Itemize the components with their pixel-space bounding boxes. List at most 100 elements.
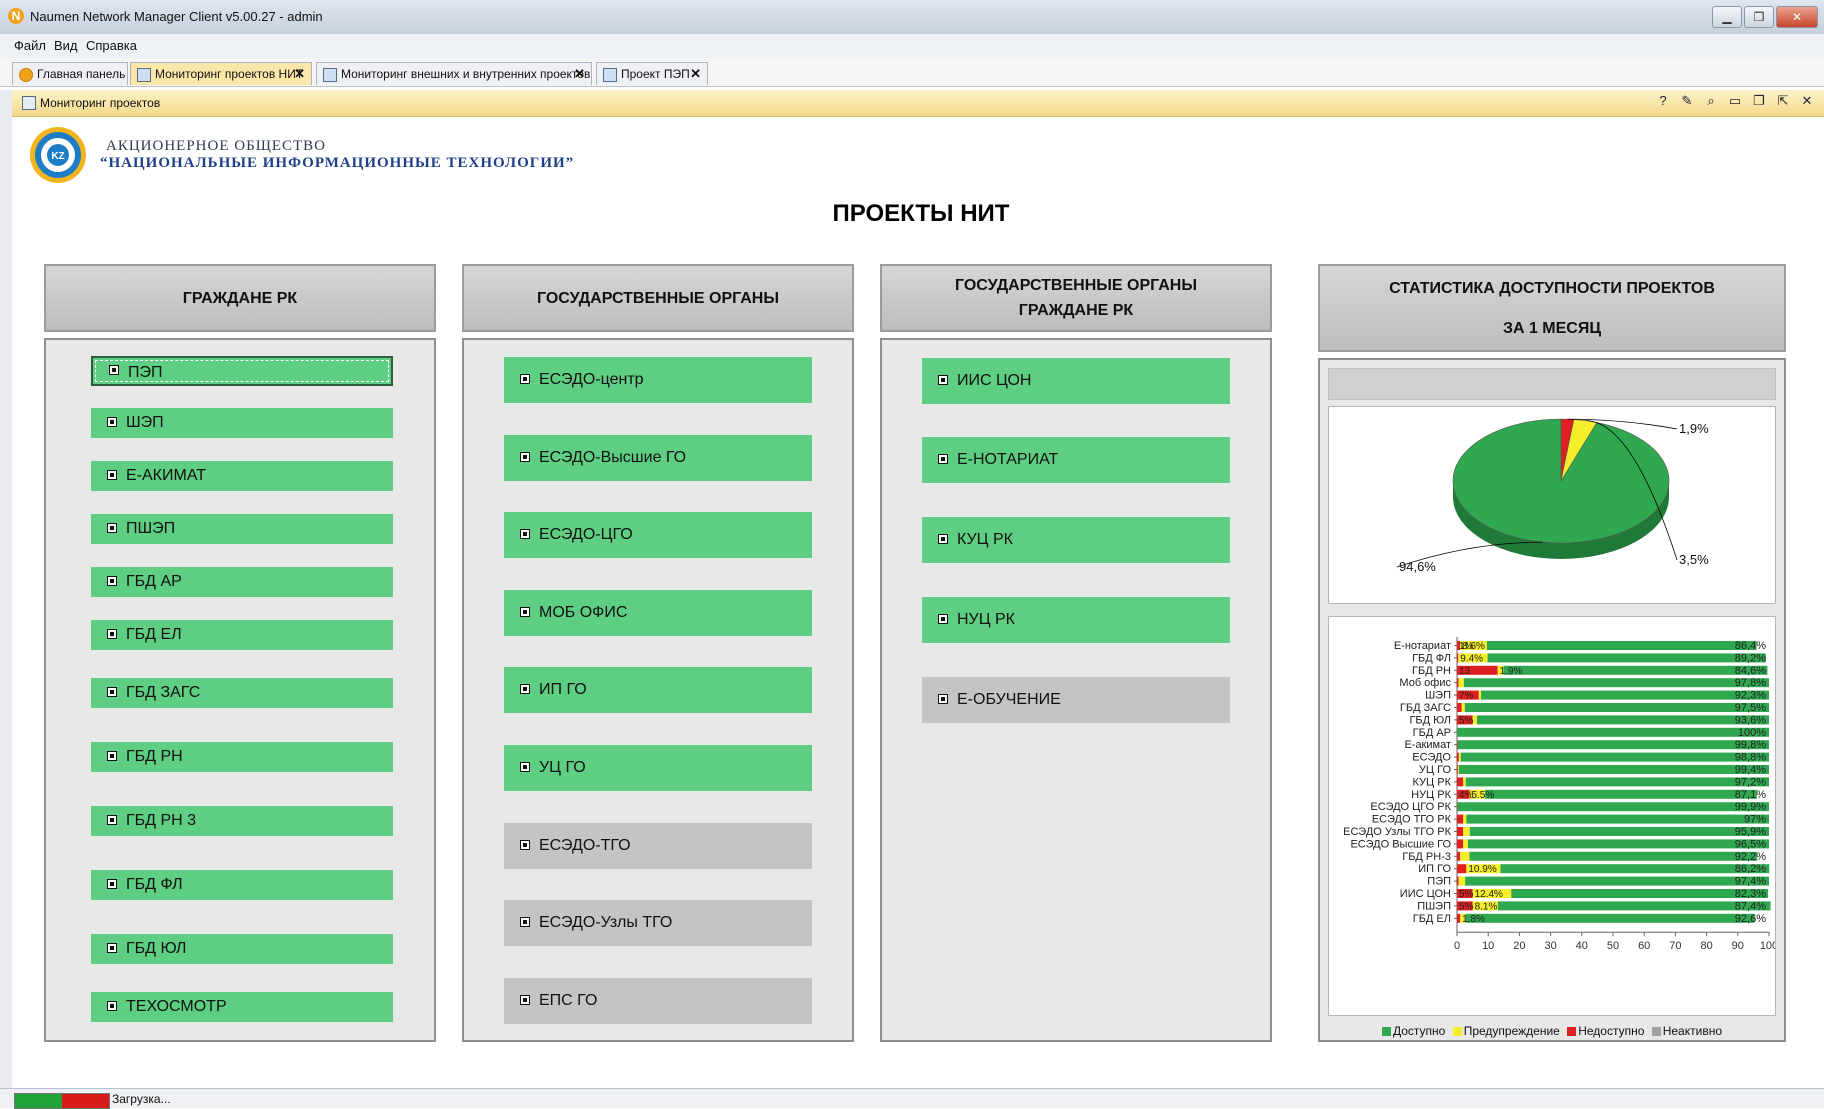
menu-view[interactable]: Вид	[54, 38, 78, 53]
close-panel-icon[interactable]: ✕	[1798, 93, 1816, 109]
bar-segment	[1463, 777, 1466, 787]
x-tick-label: 90	[1732, 940, 1744, 952]
bar-segment	[1457, 678, 1459, 688]
tab-main-panel[interactable]: Главная панель	[12, 62, 128, 85]
cascade-icon[interactable]: ❐	[1750, 93, 1768, 109]
help-icon[interactable]: ?	[1654, 93, 1672, 109]
item-label: ГБД РН	[126, 748, 183, 765]
project-gbd-rn[interactable]: ГБД РН	[91, 742, 393, 772]
category-label: ГБД ЮЛ	[1409, 714, 1451, 726]
close-tab-icon[interactable]: ✕	[574, 63, 585, 85]
project-esedo-center[interactable]: ЕСЭДО-центр	[504, 357, 812, 403]
close-tab-icon[interactable]: ✕	[690, 63, 701, 85]
segment-value-label: 5%	[1459, 715, 1474, 726]
project-gbd-yul[interactable]: ГБД ЮЛ	[91, 934, 393, 964]
tab-label: Мониторинг внешних и внутренних проектов	[341, 67, 591, 81]
category-label: КУЦ РК	[1413, 776, 1452, 788]
segment-value-label: 5%	[1459, 889, 1474, 900]
project-pshep[interactable]: ПШЭП	[91, 514, 393, 544]
item-label: Е-АКИМАТ	[126, 467, 207, 484]
maximize-button[interactable]: ❐	[1744, 6, 1774, 28]
project-e-akimat[interactable]: Е-АКИМАТ	[91, 461, 393, 491]
project-gbd-fl[interactable]: ГБД ФЛ	[91, 870, 393, 900]
item-bullet-icon	[520, 684, 530, 694]
page-title: ПРОЕКТЫ НИТ	[832, 200, 1010, 227]
legend-warning: Предупреждение	[1463, 1024, 1560, 1038]
app-logo-icon: N	[8, 8, 24, 24]
bar-segment	[1461, 703, 1465, 712]
segment-value-label: 9.4%	[1460, 653, 1483, 664]
bar-chart: 0102030405060708090100Е-нотариат1%8.6%86…	[1343, 637, 1778, 952]
legend-swatch-inactive	[1651, 1027, 1661, 1036]
bar-segment	[1476, 715, 1769, 725]
project-esedo-cgo[interactable]: ЕСЭДО-ЦГО	[504, 512, 812, 558]
item-bullet-icon	[107, 943, 117, 953]
tab-bar: Главная панель Мониторинг проектов НИТ ✕…	[0, 58, 1824, 87]
bar-value-label: 82,3%	[1735, 888, 1766, 900]
detach-icon[interactable]: ⇱	[1774, 93, 1792, 109]
item-bullet-icon	[938, 375, 948, 385]
item-label: ТЕХОСМОТР	[126, 998, 227, 1015]
status-text: Загрузка...	[112, 1092, 171, 1106]
bar-segment	[1457, 814, 1464, 824]
project-uc-go[interactable]: УЦ ГО	[504, 745, 812, 791]
project-tekhosmotr[interactable]: ТЕХОСМОТР	[91, 992, 393, 1022]
category-label: ГБД ЗАГС	[1400, 702, 1451, 714]
project-gbd-el[interactable]: ГБД ЕЛ	[91, 620, 393, 650]
close-tab-icon[interactable]: ✕	[294, 63, 305, 85]
project-ip-go[interactable]: ИП ГО	[504, 667, 812, 713]
project-gbd-zags[interactable]: ГБД ЗАГС	[91, 678, 393, 708]
project-e-obuchenie[interactable]: Е-ОБУЧЕНИЕ	[922, 677, 1230, 723]
tab-nit-monitoring[interactable]: Мониторинг проектов НИТ ✕	[130, 62, 312, 85]
project-pep[interactable]: ПЭП	[91, 356, 393, 386]
column-header-text: ГОСУДАРСТВЕННЫЕ ОРГАНЫ	[954, 277, 1197, 294]
segment-value-label: 5%	[1459, 901, 1474, 912]
legend-swatch-warning	[1452, 1027, 1462, 1036]
category-label: ГБД ФЛ	[1412, 652, 1451, 664]
edit-icon[interactable]: ✎	[1678, 93, 1696, 109]
stats-header-text: СТАТИСТИКА ДОСТУПНОСТИ ПРОЕКТОВ	[1389, 279, 1715, 297]
x-tick-label: 60	[1638, 940, 1650, 952]
bar-segment	[1469, 851, 1758, 861]
project-kuc-rk[interactable]: КУЦ РК	[922, 517, 1230, 563]
project-esedo-higher-go[interactable]: ЕСЭДО-Высшие ГО	[504, 435, 812, 481]
x-tick-label: 30	[1544, 940, 1556, 952]
menu-bar: Файл Вид Справка	[0, 34, 1824, 59]
minimize-button[interactable]: ▁	[1712, 6, 1742, 28]
project-esedo-tgo[interactable]: ЕСЭДО-ТГО	[504, 823, 812, 869]
bar-segment	[1458, 752, 1461, 762]
restore-icon[interactable]: ▭	[1726, 93, 1744, 109]
x-tick-label: 70	[1669, 940, 1681, 952]
project-eps-go[interactable]: ЕПС ГО	[504, 978, 812, 1024]
item-bullet-icon	[107, 815, 117, 825]
bar-segment	[1457, 765, 1459, 774]
project-mob-office[interactable]: МОБ ОФИС	[504, 590, 812, 636]
item-label: ЕСЭДО-Высшие ГО	[539, 449, 687, 466]
category-label: ЕСЭДО Высшие ГО	[1350, 838, 1451, 850]
menu-help[interactable]: Справка	[86, 38, 137, 53]
x-tick-label: 50	[1607, 940, 1619, 952]
tab-pep-project[interactable]: Проект ПЭП ✕	[596, 62, 708, 85]
project-nuc-rk[interactable]: НУЦ РК	[922, 597, 1230, 643]
project-e-notariat[interactable]: Е-НОТАРИАТ	[922, 437, 1230, 483]
bar-segment	[1485, 789, 1757, 799]
stats-toolbar	[1328, 368, 1776, 400]
project-gbd-ar[interactable]: ГБД АР	[91, 567, 393, 597]
item-bullet-icon	[107, 751, 117, 761]
zoom-icon[interactable]: ⌕	[1702, 93, 1720, 109]
bar-segment	[1458, 678, 1464, 688]
tab-external-internal-monitoring[interactable]: Мониторинг внешних и внутренних проектов…	[316, 62, 592, 85]
project-iis-con[interactable]: ИИС ЦОН	[922, 358, 1230, 404]
project-shep[interactable]: ШЭП	[91, 408, 393, 438]
item-label: НУЦ РК	[957, 611, 1015, 628]
category-label: ГБД АР	[1413, 727, 1451, 739]
x-tick-label: 0	[1454, 940, 1460, 952]
item-bullet-icon	[938, 614, 948, 624]
category-label: ГБД РН-3	[1402, 851, 1451, 863]
menu-file[interactable]: Файл	[14, 38, 46, 53]
stats-header: СТАТИСТИКА ДОСТУПНОСТИ ПРОЕКТОВ ЗА 1 МЕС…	[1318, 264, 1786, 352]
close-window-button[interactable]: ✕	[1776, 6, 1818, 28]
project-gbd-rn-3[interactable]: ГБД РН 3	[91, 806, 393, 836]
project-esedo-nodes-tgo[interactable]: ЕСЭДО-Узлы ТГО	[504, 900, 812, 946]
bar-segment	[1457, 839, 1464, 849]
